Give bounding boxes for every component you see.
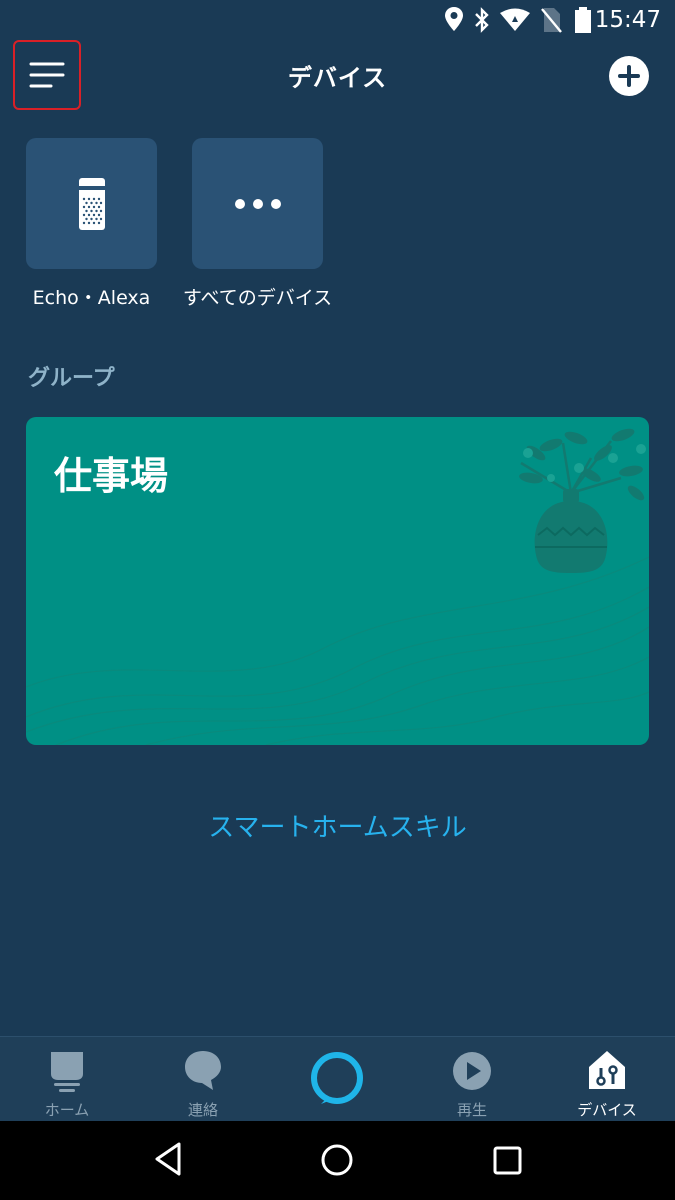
tile-all-devices[interactable] [192,138,323,269]
plus-icon [618,65,640,87]
alexa-ring-icon [311,1052,363,1104]
devices-house-icon [589,1051,625,1089]
smart-home-skill-link[interactable]: スマートホームスキル [0,807,675,844]
nav-home-label: ホーム [44,1101,90,1119]
no-sim-icon [541,8,562,33]
nav-devices-label: デバイス [577,1101,637,1119]
nav-alexa[interactable] [292,1037,382,1122]
play-icon [453,1052,491,1090]
bluetooth-icon [475,7,489,33]
echo-speaker-icon [78,177,105,230]
nav-home[interactable]: ホーム [22,1037,112,1122]
nav-contacts[interactable]: 連絡 [158,1037,248,1122]
tile-label-echo-alexa: Echo・Alexa [32,287,151,309]
back-icon[interactable] [153,1141,183,1177]
chat-bubble-icon [185,1051,221,1090]
location-icon [445,7,463,31]
page-title: デバイス [287,64,388,92]
plant-vase-illustration [519,428,646,573]
add-device-button[interactable] [609,56,649,96]
home-icon [51,1052,83,1092]
nav-contacts-label: 連絡 [187,1101,218,1119]
battery-icon [575,7,591,33]
nav-devices[interactable]: デバイス [562,1037,652,1122]
nav-play[interactable]: 再生 [427,1037,517,1122]
group-card-workplace[interactable]: 仕事場 [26,417,649,745]
recents-icon[interactable] [493,1146,523,1176]
status-bar: 15:47 [0,0,675,40]
group-name: 仕事場 [54,454,169,498]
groups-section-label: グループ [28,366,115,391]
header: デバイス [0,40,675,112]
tile-echo-alexa[interactable] [26,138,157,269]
wifi-icon [500,8,530,31]
tile-label-all-devices: すべてのデバイス [182,287,333,309]
status-time: 15:47 [594,7,661,33]
home-circle-icon[interactable] [320,1143,354,1177]
nav-play-label: 再生 [456,1101,487,1119]
bottom-nav: ホーム 連絡 再生 デバイス [0,1036,675,1122]
more-dots-icon [234,198,281,209]
android-nav-bar [0,1121,675,1200]
